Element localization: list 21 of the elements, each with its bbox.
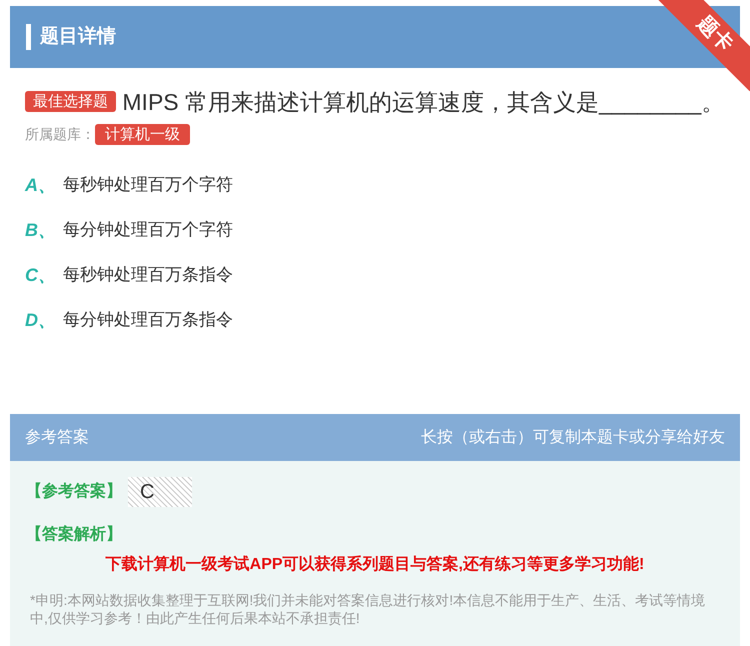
- bank-tag[interactable]: 计算机一级: [95, 124, 190, 145]
- disclaimer-text: *申明:本网站数据收集整理于互联网!我们并未能对答案信息进行核对!本信息不能用于生产、生活、考试等情境中,仅供学习参考！由此产生任何后果本站不承担责任!: [29, 591, 706, 627]
- option-letter: C、: [25, 264, 57, 286]
- option-text: 每秒钟处理百万个字符: [63, 174, 233, 196]
- question-type-tag: 最佳选择题: [25, 91, 116, 112]
- share-hint: 长按（或右击）可复制本题卡或分享给好友: [421, 428, 725, 448]
- option-letter: B、: [25, 218, 57, 242]
- header-accent-bar: [26, 24, 31, 50]
- answer-title: 参考答案: [25, 427, 89, 448]
- option-letter: A、: [25, 174, 57, 196]
- option-text: 每秒钟处理百万条指令: [63, 264, 233, 286]
- answer-value: C: [128, 477, 192, 507]
- analysis-label: 【答案解析】: [25, 524, 123, 545]
- bank-label: 所属题库：: [25, 126, 95, 142]
- page-title: 题目详情: [40, 24, 116, 49]
- option-text: 每分钟处理百万条指令: [63, 309, 233, 332]
- answer-label: 【参考答案】: [26, 483, 122, 500]
- option-letter: D、: [25, 308, 57, 332]
- option-text: 每分钟处理百万个字符: [63, 219, 233, 242]
- question-text: MIPS 常用来描述计算机的运算速度，其含义是________。: [122, 89, 724, 115]
- promo-text: 下载计算机一级考试APP可以获得系列题目与答案,还有练习等更多学习功能!: [104, 554, 646, 575]
